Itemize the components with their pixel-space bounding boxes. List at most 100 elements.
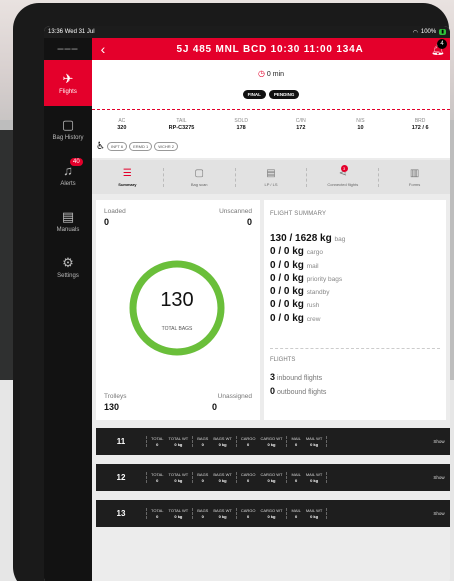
flight-summary-list: 130 / 1628 kg bag 0 / 0 kg cargo 0 / 0 k… — [270, 233, 345, 326]
flight-row-number: 11 — [116, 437, 126, 446]
sidebar-item-label: Settings — [57, 272, 79, 279]
flight-row-number: 13 — [116, 509, 126, 518]
sidebar-item-label: Manuals — [56, 226, 80, 233]
flight-row[interactable]: 12 TOTAL 0 TOTAL WT 0 kg BAGS 0 BAGS WT 0 kg… — [96, 464, 450, 491]
flights-title: FLIGHTS — [270, 357, 296, 363]
bag-scan-icon: ▢ — [194, 167, 204, 179]
special-pax-chips: ♿ INFT 6 ERMD 1 WCHR 2 — [96, 141, 179, 152]
info-col-tail: TAIL RP-C3275 — [168, 118, 195, 131]
flight-row[interactable]: 11 TOTAL 0 TOTAL WT 0 kg BAGS 0 BAGS WT 0 kg… — [96, 428, 450, 455]
summary-row-bag: 130 / 1628 kg bag — [270, 233, 346, 244]
summary-row-crew: 0 / 0 kg crew — [270, 312, 321, 324]
alerts-badge: 40 — [70, 158, 83, 166]
stat-group-mail: MAIL 0 MAIL WT 0 kg — [286, 436, 328, 447]
unassigned-label: Unassigned — [217, 393, 252, 400]
unscanned-label: Unscanned — [219, 208, 252, 215]
unassigned-value: 0 — [212, 402, 218, 412]
timer-panel: ◷ 0 min FINAL PENDING — [92, 60, 450, 110]
battery-icon: ▮ — [439, 29, 446, 35]
summary-row-standby: 0 / 0 kg standby — [270, 286, 330, 298]
stat-group-mail: MAIL 0 MAIL WT 0 kg — [286, 508, 328, 519]
total-bags-value: 130 — [160, 289, 194, 311]
info-col-ac: AC 320 — [117, 118, 127, 131]
chip-wchr[interactable]: WCHR 2 — [154, 142, 179, 151]
flight-row[interactable]: 13 TOTAL 0 TOTAL WT 0 kg BAGS 0 BAGS WT 0 kg… — [96, 500, 450, 527]
inbound-flights[interactable]: 3 inbound flights — [270, 372, 322, 382]
info-col-noshow: N/S 10 — [356, 118, 365, 131]
tab-forms[interactable]: ▥ Forms — [379, 168, 450, 187]
stat-group-cargo: CARGO 0 CARGO WT 0 kg — [235, 472, 288, 483]
connected-flights-badge: 3 — [340, 164, 348, 172]
stat-group-mail: MAIL 0 MAIL WT 0 kg — [286, 472, 328, 483]
flight-row-number: 12 — [116, 473, 126, 482]
sidebar: ▬▬▬ ✈ Flights ▢ Bag History 40 ♫ Alerts … — [44, 38, 92, 581]
stat-group-total: TOTAL 0 TOTAL WT 0 kg — [146, 436, 194, 447]
battery-level: 100% — [420, 29, 437, 35]
stat-group-cargo: CARGO 0 CARGO WT 0 kg — [235, 508, 288, 519]
unscanned-value: 0 — [246, 217, 252, 227]
trolleys-value: 130 — [104, 402, 120, 412]
sidebar-item-flights[interactable]: ✈ Flights — [44, 60, 92, 106]
clock-icon: ◷ — [257, 69, 265, 78]
status-time: 13:36 Wed 31 Jul — [48, 29, 95, 35]
stat-group-bags: BAGS 0 BAGS WT 0 kg — [192, 436, 237, 447]
flight-row-stats: TOTAL 0 TOTAL WT 0 kg BAGS 0 BAGS WT 0 kg CA… — [146, 472, 428, 483]
bag-summary-card: Loaded 0 Unscanned 0 130 TOTAL BAGS Trol… — [96, 200, 260, 420]
flight-summary-card: FLIGHT SUMMARY 130 / 1628 kg bag 0 / 0 k… — [264, 200, 446, 420]
stat-group-cargo: CARGO 0 CARGO WT 0 kg — [235, 436, 288, 447]
flight-row-stats: TOTAL 0 TOTAL WT 0 kg BAGS 0 BAGS WT 0 kg CA… — [146, 508, 428, 519]
sidebar-logo: ▬▬▬ — [57, 46, 79, 52]
summary-row-mail: 0 / 0 kg mail — [270, 259, 319, 271]
status-pill-final[interactable]: FINAL — [242, 90, 266, 99]
forms-icon: ▥ — [409, 167, 420, 179]
info-col-checkin: C/IN 172 — [295, 118, 306, 131]
tab-connected-flights[interactable]: 3 ⋖ Connected flights — [307, 164, 380, 187]
sidebar-item-manuals[interactable]: ▤ Manuals — [44, 198, 92, 244]
chip-infant[interactable]: INFT 6 — [106, 142, 128, 151]
timer-text: 0 min — [266, 71, 285, 78]
stat-group-total: TOTAL 0 TOTAL WT 0 kg — [146, 472, 194, 483]
sidebar-item-settings[interactable]: ⚙ Settings — [44, 244, 92, 290]
tab-bag-scan[interactable]: ▢ Bag scan — [164, 167, 236, 187]
wifi-icon: ◠ — [412, 29, 418, 36]
sidebar-item-label: Bag History — [52, 134, 84, 141]
back-button[interactable]: ‹ — [92, 41, 114, 57]
summary-row-cargo: 0 / 0 kg cargo — [270, 246, 323, 258]
tab-lp-ls[interactable]: ▤ LP / LS — [236, 167, 308, 187]
total-bags-label: TOTAL BAGS — [161, 326, 193, 332]
page-title: 5J 485 MNL BCD 10:30 11:00 134A — [176, 43, 364, 55]
sidebar-item-alerts[interactable]: 40 ♫ Alerts — [44, 152, 92, 198]
outbound-flights[interactable]: 0 outbound flights — [270, 386, 326, 396]
show-button[interactable]: Show — [428, 439, 450, 444]
flight-info-columns: AC 320 TAIL RP-C3275 SOLD 178 C/IN 172 N/S 10… — [92, 110, 450, 131]
app-screen: 13:36 Wed 31 Jul ◠ 100% ▮ ▬▬▬ ✈ Flights … — [44, 26, 450, 581]
stat-group-bags: BAGS 0 BAGS WT 0 kg — [192, 472, 237, 483]
notifications-badge: 4 — [437, 38, 447, 49]
wheelchair-icon: ♿ — [96, 141, 105, 152]
info-col-sold: SOLD 178 — [234, 118, 248, 131]
stat-group-total: TOTAL 0 TOTAL WT 0 kg — [146, 508, 194, 519]
loaded-label: Loaded — [104, 208, 126, 215]
flight-info-panel: AC 320 TAIL RP-C3275 SOLD 178 C/IN 172 N/S 10… — [92, 110, 450, 158]
list-icon: ☰ — [122, 167, 132, 179]
tablet-device: 13:36 Wed 31 Jul ◠ 100% ▮ ▬▬▬ ✈ Flights … — [13, 3, 450, 581]
status-pill-pending[interactable]: PENDING — [268, 90, 300, 99]
summary-row-rush: 0 / 0 kg rush — [270, 299, 320, 311]
flight-summary-title: FLIGHT SUMMARY — [270, 211, 327, 217]
trolleys-label: Trolleys — [104, 393, 127, 400]
sidebar-item-label: Alerts — [60, 180, 76, 187]
info-col-boarded: BRD 172 / 6 — [411, 118, 429, 131]
notifications-button[interactable]: 🔔︎ 4 — [426, 38, 450, 56]
sidebar-item-bag-history[interactable]: ▢ Bag History — [44, 106, 92, 152]
show-button[interactable]: Show — [428, 475, 450, 480]
chip-ermd[interactable]: ERMD 1 — [129, 142, 153, 151]
gear-icon: ⚙ — [62, 254, 74, 270]
show-button[interactable]: Show — [428, 511, 450, 516]
divider — [270, 348, 440, 349]
tab-bar: ☰ Summary ▢ Bag scan ▤ LP / LS 3 ⋖ Conne… — [92, 160, 450, 194]
summary-row-priority: 0 / 0 kg priority bags — [270, 272, 343, 284]
tab-summary[interactable]: ☰ Summary — [92, 167, 164, 187]
loaded-value: 0 — [104, 217, 110, 227]
flight-header: ‹ 5J 485 MNL BCD 10:30 11:00 134A 🔔︎ 4 — [92, 38, 450, 60]
bag-icon: ▢ — [61, 116, 75, 132]
